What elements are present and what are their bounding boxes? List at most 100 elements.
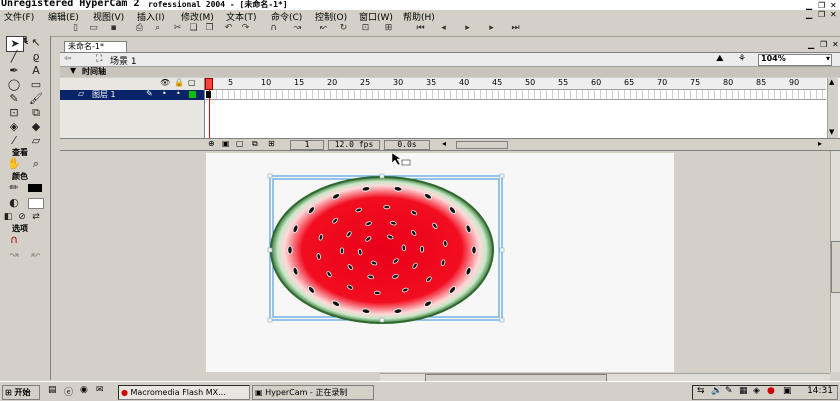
edit-symbols-icon[interactable]: ⚘ [738,54,746,64]
panel-minimize-icon[interactable]: ▁ [808,40,814,49]
paste-icon[interactable]: ❐ [204,23,215,34]
snap-magnet-option-icon[interactable]: ∩ [6,233,22,247]
cut-icon[interactable]: ✂ [172,23,183,34]
eye-icon[interactable]: 👁 [160,78,170,87]
tray-volume-icon[interactable]: 🔊 [711,386,722,396]
doc-restore-icon[interactable]: ❐ [818,10,825,19]
watermelon-drawing[interactable] [206,152,674,372]
copy-icon[interactable]: ❏ [188,23,199,34]
playhead[interactable] [205,78,213,90]
scale-icon[interactable]: ⊡ [360,23,371,34]
timeline-vertical-scrollbar[interactable]: ▲ ▼ [827,78,838,138]
frame-rate[interactable]: 12.0 fps [328,140,380,150]
back-arrow-icon[interactable]: ⇦ [64,54,72,64]
stage-vertical-scrollbar[interactable] [830,151,840,372]
swap-colors-icon[interactable]: ⇄ [30,210,42,224]
hand-tool-icon[interactable]: ✋ [6,157,22,171]
chevron-down-icon[interactable]: ▾ [826,54,830,63]
paint-bucket-tool-icon[interactable]: ◆ [28,120,44,134]
restore-icon[interactable]: ❐ [818,1,825,10]
start-button[interactable]: ⊞ 开始 [2,385,40,400]
vscroll-thumb[interactable] [831,241,840,293]
layer-outline-swatch[interactable] [189,91,196,98]
edit-scene-icon[interactable]: ⛰ [716,54,724,64]
tray-security-icon[interactable]: ◈ [753,386,760,396]
print-icon[interactable]: ⎙ [134,23,145,34]
tray-network-icon[interactable]: ⇆ [697,386,705,396]
scroll-up-icon[interactable]: ▲ [829,78,834,86]
ink-bottle-tool-icon[interactable]: ◈ [6,120,22,134]
scroll-left-icon[interactable]: ◂ [442,139,446,148]
keyframe[interactable] [206,91,211,98]
smooth-icon[interactable]: ↝ [292,23,303,34]
zoom-select[interactable]: 104% ▾ [758,54,832,66]
taskbar-item-flash[interactable]: ● Macromedia Flash MX... [118,385,250,400]
fill-color-icon[interactable]: ◐ [6,196,22,210]
edit-multiple-icon[interactable]: ⧉ [252,139,258,149]
no-color-icon[interactable]: ⊘ [16,210,28,224]
scroll-down-icon[interactable]: ▼ [829,128,834,136]
lasso-tool-icon[interactable]: ϱ [28,50,44,64]
zoom-tool-icon[interactable]: ⌕ [28,157,44,171]
timeline-hscroll-thumb[interactable] [456,141,508,149]
taskbar-item-hypercam[interactable]: ▣ HyperCam - 正在录制 [252,385,374,400]
quicklaunch-ie-icon[interactable]: ⓔ [64,385,73,398]
lock-icon[interactable]: 🔒 [174,78,184,87]
fill-color-swatch[interactable] [28,198,44,209]
layer-lock-dot[interactable]: • [176,89,181,98]
timeline-header[interactable]: ▼ 时间轴 [60,66,840,77]
smooth-option-icon[interactable]: ↝ [6,248,22,262]
step-forward-icon[interactable]: ▸ [486,23,497,34]
rewind-icon[interactable]: ⏮ [415,23,426,34]
eyedropper-tool-icon[interactable]: ⁄ [6,134,22,148]
document-tab[interactable]: 未命名-1* [64,41,127,52]
play-icon[interactable]: ▸ [462,23,473,34]
tray-ime-icon[interactable]: ✎ [725,386,733,396]
eraser-tool-icon[interactable]: ▱ [28,134,44,148]
outline-icon[interactable]: ▢ [188,78,196,87]
quicklaunch-media-icon[interactable]: ◉ [80,385,88,395]
straighten-option-icon[interactable]: ↜ [28,248,44,262]
snap-magnet-icon[interactable]: ∩ [268,23,279,34]
stage-area[interactable] [60,151,830,372]
save-icon[interactable]: ▪ [108,23,119,34]
fill-transform-tool-icon[interactable]: ⧉ [28,106,44,120]
pen-tool-icon[interactable]: ✒ [6,64,22,78]
open-folder-icon[interactable]: ▭ [88,23,99,34]
frame-cells[interactable] [205,90,826,100]
stroke-color-icon[interactable]: ✏ [6,181,22,195]
onion-outline-icon[interactable]: ▢ [236,139,244,148]
center-frame-icon[interactable]: ⊕ [208,139,215,148]
step-back-icon[interactable]: ◂ [438,23,449,34]
quicklaunch-mail-icon[interactable]: ✉ [96,385,104,395]
line-tool-icon[interactable]: ╱ [6,50,22,64]
stroke-color-swatch[interactable] [28,184,42,192]
tray-hypercam-icon[interactable]: ▣ [783,386,792,396]
scroll-right-icon[interactable]: ▸ [818,139,822,148]
print-preview-icon[interactable]: ⌕ [152,23,163,34]
minimize-icon[interactable]: ▁ [806,1,812,10]
oval-tool-icon[interactable]: ◯ [6,78,22,92]
pencil-tool-icon[interactable]: ✎ [6,92,22,106]
stage[interactable] [206,152,674,372]
onion-skin-icon[interactable]: ▣ [222,139,230,148]
modify-markers-icon[interactable]: ⊞ [268,139,275,148]
doc-close-icon[interactable]: ✕ [830,10,837,19]
new-file-icon[interactable]: ▯ [70,23,81,34]
redo-icon[interactable]: ↷ [240,23,251,34]
align-icon[interactable]: ⊞ [383,23,394,34]
rectangle-tool-icon[interactable]: ▭ [28,78,44,92]
panel-restore-icon[interactable]: ❐ [820,40,827,49]
layer-visible-dot[interactable]: • [162,89,167,98]
brush-tool-icon[interactable]: 🖌 [28,92,44,106]
doc-minimize-icon[interactable]: ▁ [806,10,812,19]
close-icon[interactable]: ✕ [830,1,837,10]
undo-icon[interactable]: ↶ [223,23,234,34]
default-colors-icon[interactable]: ◧ [2,210,14,224]
quicklaunch-desktop-icon[interactable]: ▤ [48,385,57,395]
collapse-triangle-icon[interactable]: ▼ [70,66,76,75]
straighten-icon[interactable]: ↜ [318,23,329,34]
rotate-icon[interactable]: ↻ [338,23,349,34]
fast-forward-icon[interactable]: ⏭ [510,23,521,34]
panel-close-icon[interactable]: ✕ [832,40,839,49]
